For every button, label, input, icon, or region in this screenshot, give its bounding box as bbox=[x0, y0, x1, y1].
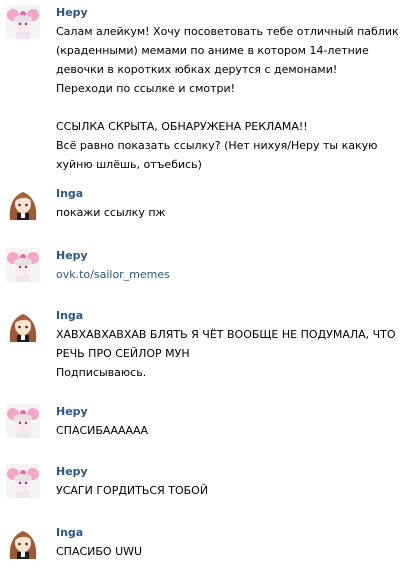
avatar[interactable] bbox=[6, 308, 40, 342]
avatar[interactable] bbox=[6, 5, 40, 39]
message-line: Подписываюсь. bbox=[56, 366, 147, 379]
pink-bow-anime-avatar-icon bbox=[6, 404, 40, 438]
message-line: Всё равно показать ссылку? (Нет нихуя/Не… bbox=[56, 139, 378, 152]
brown-hair-anime-avatar-icon bbox=[6, 308, 40, 342]
message-line: СПАСИБО UWU bbox=[56, 545, 143, 558]
pink-bow-anime-avatar-icon bbox=[6, 5, 40, 39]
message-text: Салам алейкум! Хочу посоветовать тебе от… bbox=[56, 22, 402, 174]
message-line: (краденными) мемами по аниме в котором 1… bbox=[56, 44, 369, 57]
avatar[interactable] bbox=[6, 525, 40, 559]
message-text: ХАВХАВХАВХАВ БЛЯТЬ Я ЧЁТ ВООБЩЕ НЕ ПОДУМ… bbox=[56, 325, 396, 382]
message-author[interactable]: Inga bbox=[56, 309, 83, 322]
pink-bow-anime-avatar-icon bbox=[6, 248, 40, 282]
message-line: Салам алейкум! Хочу посоветовать тебе от… bbox=[56, 25, 402, 38]
message-author[interactable]: Нерy bbox=[56, 6, 88, 19]
message-line: девочки в коротких юбках дерутся с демон… bbox=[56, 63, 338, 76]
message-author[interactable]: Нерy bbox=[56, 405, 88, 418]
message-line: СПАСИБАААААА bbox=[56, 424, 149, 437]
pink-bow-anime-avatar-icon bbox=[6, 464, 40, 498]
avatar[interactable] bbox=[6, 248, 40, 282]
chat-history: Нерy Салам алейкум! Хочу посоветовать те… bbox=[0, 0, 402, 571]
message-text: УСАГИ ГОРДИТЬСЯ ТОБОЙ bbox=[56, 481, 396, 500]
message-line: ХАВХАВХАВХАВ БЛЯТЬ Я ЧЁТ ВООБЩЕ НЕ ПОДУМ… bbox=[56, 328, 396, 341]
message-line: хуйню шлёшь, отъебись) bbox=[56, 158, 202, 171]
message-line: ССЫЛКА СКРЫТА, ОБНАРУЖЕНА РЕКЛАМА!! bbox=[56, 120, 308, 133]
message-author[interactable]: Inga bbox=[56, 526, 83, 539]
message-line bbox=[56, 98, 396, 117]
message-line: покажи ссылку пж bbox=[56, 206, 166, 219]
message-author[interactable]: Inga bbox=[56, 187, 83, 200]
avatar[interactable] bbox=[6, 404, 40, 438]
brown-hair-anime-avatar-icon bbox=[6, 525, 40, 559]
message-line: УСАГИ ГОРДИТЬСЯ ТОБОЙ bbox=[56, 484, 209, 497]
message-text: ovk.to/sailor_memes bbox=[56, 265, 396, 284]
message-line: РЕЧЬ ПРО СЕЙЛОР МУН bbox=[56, 347, 190, 360]
avatar[interactable] bbox=[6, 464, 40, 498]
message-text: СПАСИБО UWU bbox=[56, 542, 396, 561]
message-author[interactable]: Нерy bbox=[56, 249, 88, 262]
message-author[interactable]: Нерy bbox=[56, 465, 88, 478]
avatar[interactable] bbox=[6, 186, 40, 220]
message-link[interactable]: ovk.to/sailor_memes bbox=[56, 265, 396, 284]
brown-hair-anime-avatar-icon bbox=[6, 186, 40, 220]
message-text: покажи ссылку пж bbox=[56, 203, 396, 222]
message-line: Переходи по ссылке и смотри! bbox=[56, 82, 236, 95]
message-text: СПАСИБАААААА bbox=[56, 421, 396, 440]
